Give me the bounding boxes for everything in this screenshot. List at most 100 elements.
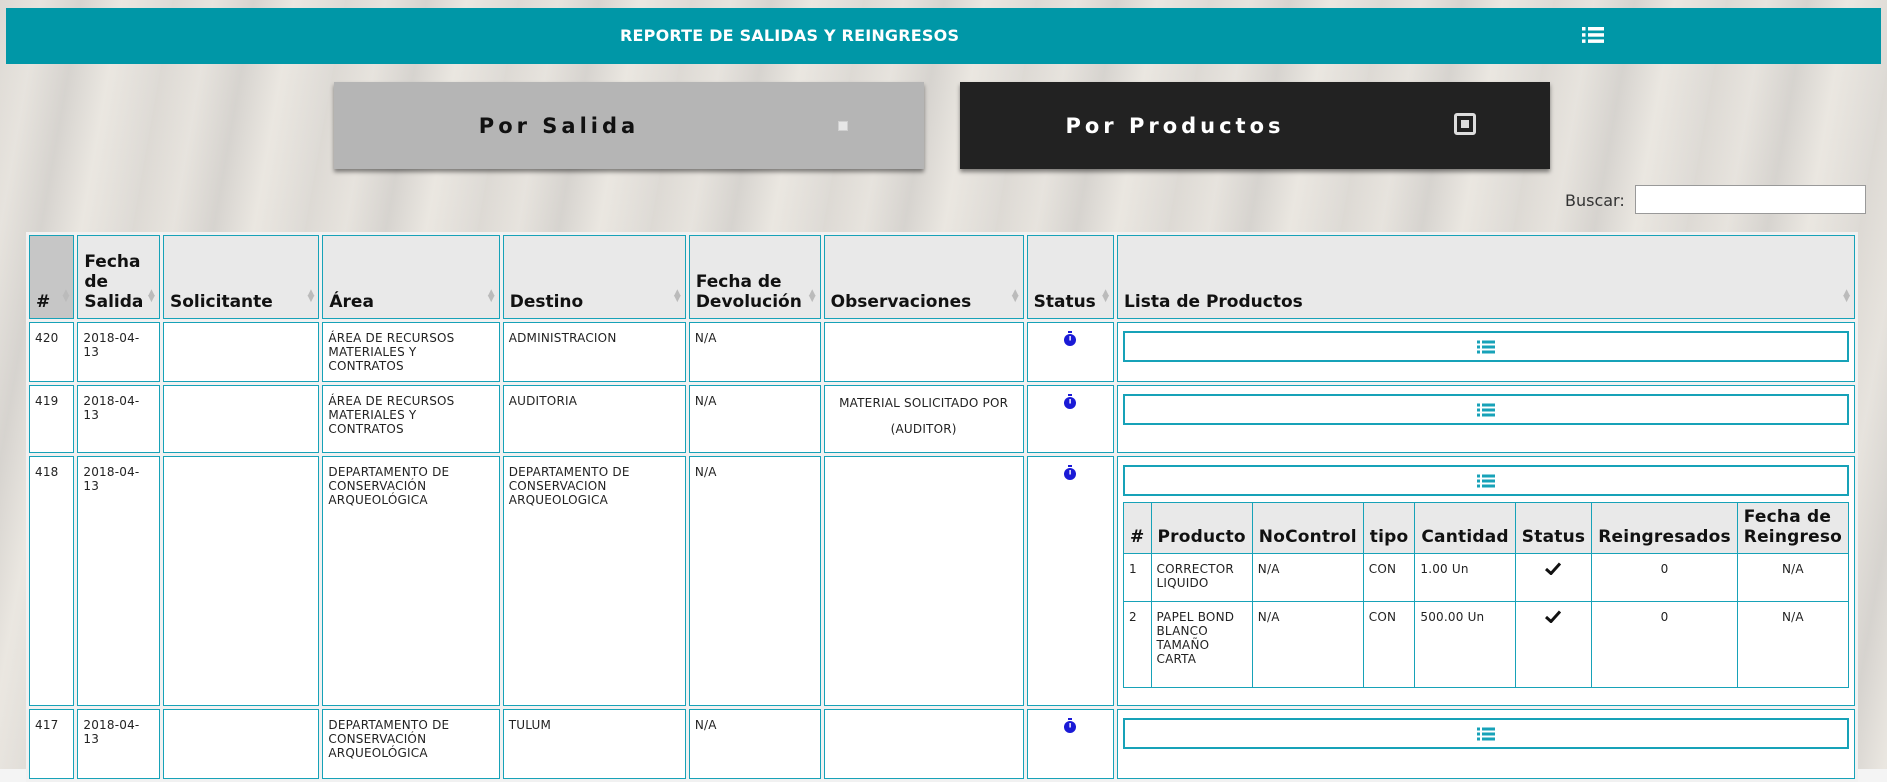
cell-fecha: 2018-04-13	[77, 385, 160, 453]
col-header-fecha-devolucion[interactable]: Fecha de Devolución ▲ ▼	[688, 235, 821, 319]
sort-icon: ▲ ▼	[808, 288, 816, 304]
product-list-button[interactable]	[1123, 465, 1849, 496]
observaciones-line: MATERIAL SOLICITADO POR	[839, 396, 1009, 410]
por-salida-button[interactable]: Por Salida	[334, 82, 924, 169]
check-icon	[1545, 562, 1562, 576]
table-row: 419 2018-04-13 ÁREA DE RECURSOS MATERIAL…	[29, 385, 1855, 453]
search-input[interactable]	[1635, 185, 1866, 214]
prod-status	[1514, 553, 1593, 602]
product-detail-table: # Producto NoControl tipo Cantidad Statu…	[1123, 502, 1850, 688]
cell-devolucion: N/A	[688, 322, 821, 382]
cell-observaciones	[823, 456, 1024, 706]
cell-lista: # Producto NoControl tipo Cantidad Statu…	[1117, 456, 1855, 706]
cell-fecha: 2018-04-13	[77, 456, 160, 706]
cell-observaciones: MATERIAL SOLICITADO POR (AUDITOR)	[823, 385, 1024, 453]
sort-icon: ▲ ▼	[1102, 288, 1110, 304]
cell-status	[1026, 322, 1115, 382]
cell-fecha: 2018-04-13	[77, 322, 160, 382]
product-list-button[interactable]	[1123, 331, 1849, 362]
prod-col-producto: Producto	[1150, 502, 1253, 554]
list-icon	[1477, 727, 1496, 740]
cell-num: 418	[29, 456, 75, 706]
product-list-button[interactable]	[1123, 718, 1849, 749]
sort-icon: ▲ ▼	[148, 288, 155, 304]
product-row: 1 CORRECTOR LIQUIDO N/A CON 1.00 Un 0 N/…	[1123, 553, 1850, 602]
cell-destino: AUDITORIA	[502, 385, 686, 453]
prod-col-status: Status	[1514, 502, 1593, 554]
cell-solicitante	[162, 322, 320, 382]
checkbox-unchecked-icon	[838, 121, 848, 131]
prod-tipo: CON	[1362, 553, 1416, 602]
prod-cantidad: 1.00 Un	[1414, 553, 1516, 602]
page-header: REPORTE DE SALIDAS Y REINGRESOS	[6, 8, 1881, 64]
prod-producto: PAPEL BOND BLANCO TAMAÑO CARTA	[1150, 601, 1253, 688]
prod-producto: CORRECTOR LIQUIDO	[1150, 553, 1253, 602]
check-icon	[1545, 610, 1562, 624]
table-row: 420 2018-04-13 ÁREA DE RECURSOS MATERIAL…	[29, 322, 1855, 382]
cell-solicitante	[162, 456, 320, 706]
reports-table: # ▲ ▼ Fecha de Salida ▲ ▼ Solicitante ▲ ▼ Área…	[26, 232, 1858, 782]
col-header-lista[interactable]: Lista de Productos ▲ ▼	[1117, 235, 1855, 319]
list-icon	[1477, 340, 1496, 353]
prod-num: 1	[1123, 553, 1152, 602]
list-icon[interactable]	[1582, 26, 1604, 48]
col-header-destino[interactable]: Destino ▲ ▼	[502, 235, 686, 319]
prod-nocontrol: N/A	[1251, 553, 1364, 602]
cell-lista	[1117, 385, 1855, 453]
prod-tipo: CON	[1362, 601, 1416, 688]
table-row: 418 2018-04-13 DEPARTAMENTO DE CONSERVAC…	[29, 456, 1855, 706]
prod-reingresados: 0	[1591, 553, 1738, 602]
sort-icon: ▲ ▼	[673, 288, 681, 304]
cell-num: 419	[29, 385, 75, 453]
list-icon	[1477, 403, 1496, 416]
product-row: 2 PAPEL BOND BLANCO TAMAÑO CARTA N/A CON…	[1123, 601, 1850, 688]
page-title: REPORTE DE SALIDAS Y REINGRESOS	[620, 26, 960, 45]
product-header-row: # Producto NoControl tipo Cantidad Statu…	[1123, 502, 1850, 554]
prod-col-nocontrol: NoControl	[1251, 502, 1364, 554]
col-header-num[interactable]: # ▲ ▼	[29, 235, 75, 319]
cell-status	[1026, 385, 1115, 453]
cell-destino: ADMINISTRACION	[502, 322, 686, 382]
prod-reingresados: 0	[1591, 601, 1738, 688]
cell-area: ÁREA DE RECURSOS MATERIALES Y CONTRATOS	[322, 322, 500, 382]
product-list-button[interactable]	[1123, 394, 1849, 425]
cell-lista	[1117, 322, 1855, 382]
sort-icon: ▲ ▼	[487, 288, 495, 304]
table-header-row: # ▲ ▼ Fecha de Salida ▲ ▼ Solicitante ▲ ▼ Área…	[29, 235, 1855, 319]
prod-status	[1514, 601, 1593, 688]
prod-fecha-reingreso: N/A	[1736, 553, 1850, 602]
sort-icon: ▲ ▼	[1011, 288, 1019, 304]
prod-col-cantidad: Cantidad	[1414, 502, 1516, 554]
cell-observaciones	[823, 322, 1024, 382]
stopwatch-icon	[1064, 465, 1077, 480]
cell-devolucion: N/A	[688, 456, 821, 706]
prod-cantidad: 500.00 Un	[1414, 601, 1516, 688]
col-header-status[interactable]: Status ▲ ▼	[1026, 235, 1115, 319]
prod-col-reingresados: Reingresados	[1591, 502, 1738, 554]
col-header-fecha-salida[interactable]: Fecha de Salida ▲ ▼	[77, 235, 160, 319]
sort-icon: ▲ ▼	[62, 288, 70, 304]
cell-area: ÁREA DE RECURSOS MATERIALES Y CONTRATOS	[322, 385, 500, 453]
por-productos-button[interactable]: Por Productos	[960, 82, 1550, 169]
prod-fecha-reingreso: N/A	[1736, 601, 1850, 688]
sort-icon: ▲ ▼	[1843, 288, 1850, 304]
stopwatch-icon	[1064, 394, 1077, 409]
col-header-area[interactable]: Área ▲ ▼	[322, 235, 500, 319]
cell-solicitante	[162, 385, 320, 453]
stopwatch-icon	[1064, 331, 1077, 346]
observaciones-line: (AUDITOR)	[890, 422, 957, 436]
prod-col-tipo: tipo	[1362, 502, 1416, 554]
cell-area: DEPARTAMENTO DE CONSERVACIÓN ARQUEOLÓGIC…	[322, 456, 500, 706]
cell-num: 420	[29, 322, 75, 382]
stopwatch-icon	[1064, 718, 1077, 733]
col-header-solicitante[interactable]: Solicitante ▲ ▼	[162, 235, 320, 319]
cell-devolucion: N/A	[688, 385, 821, 453]
col-header-observaciones[interactable]: Observaciones ▲ ▼	[823, 235, 1024, 319]
prod-col-fecha-reingreso: Fecha de Reingreso	[1736, 502, 1850, 554]
por-salida-label: Por Salida	[478, 113, 640, 138]
checkbox-checked-icon	[1454, 113, 1476, 135]
prod-col-num: #	[1123, 502, 1152, 554]
cell-status	[1026, 456, 1115, 706]
por-productos-label: Por Productos	[1065, 113, 1285, 138]
prod-nocontrol: N/A	[1251, 601, 1364, 688]
